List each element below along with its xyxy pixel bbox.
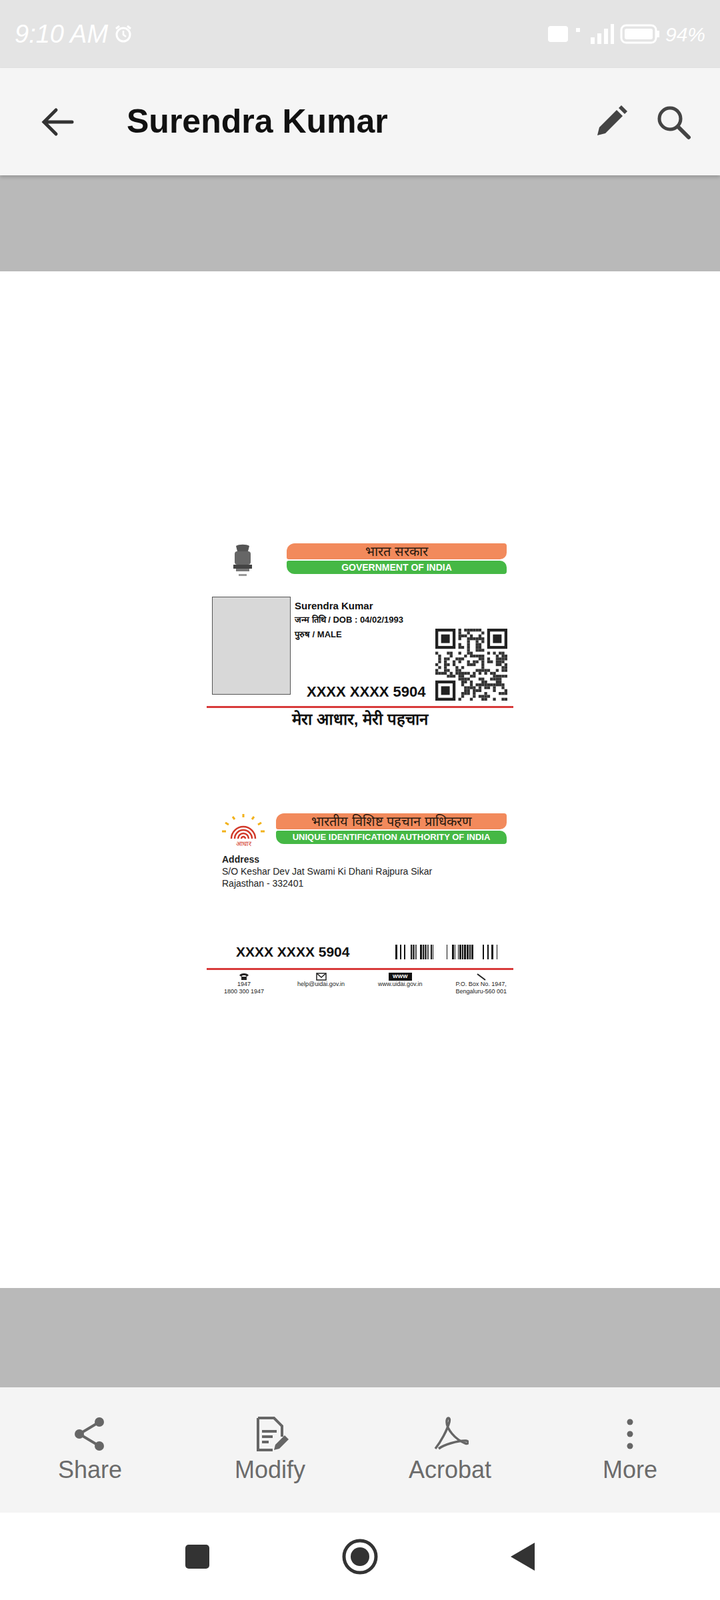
- aadhaar-logo: आधार: [220, 813, 267, 848]
- contact-item: help@uidai.gov.in: [297, 972, 345, 988]
- aadhaar-number: XXXX XXXX 5904: [306, 683, 436, 701]
- more-icon: [611, 1415, 649, 1453]
- clock: 9:10 AM: [14, 15, 108, 54]
- aadhaar-back: आधार भारतीय विशिष्ट पहचान प्राधिकरणUNIQUE…: [206, 810, 514, 996]
- front-body: Surendra Kumarजन्म तिथि / DOB : 04/02/19…: [206, 596, 514, 701]
- volte-icon: [546, 24, 570, 44]
- aadhaar-sun-icon: [220, 813, 267, 840]
- qr-code-icon: [435, 628, 508, 701]
- triangle-back-icon: [508, 1540, 538, 1574]
- address-label: Address: [222, 853, 514, 866]
- button-label: Modify: [234, 1455, 306, 1485]
- contact-text: www.uidai.gov.in: [378, 980, 422, 988]
- contact-item: WWWwww.uidai.gov.in: [378, 972, 422, 988]
- header-english: GOVERNMENT OF INDIA: [286, 560, 507, 574]
- back-arrow-icon: [37, 102, 78, 142]
- contact-row: 19471800 300 1947 help@uidai.gov.in WWWwww…: [206, 970, 514, 996]
- phone-icon: [238, 972, 250, 981]
- header-stripes: भारत सरकारGOVERNMENT OF INDIA: [286, 543, 507, 574]
- contact-text: Bengaluru-560 001: [455, 988, 507, 996]
- divider: [206, 968, 514, 970]
- status-right: 94%: [546, 19, 706, 50]
- barcode-icon: [393, 944, 499, 960]
- header-stripes: भारतीय विशिष्ट पहचान प्राधिकरणUNIQUE IDE…: [276, 813, 507, 844]
- contact-item: 19471800 300 1947: [224, 972, 264, 996]
- alarm-icon: [113, 24, 134, 44]
- button-label: Acrobat: [408, 1455, 492, 1485]
- aadhaar-number: XXXX XXXX 5904: [236, 941, 350, 963]
- aadhaar-front: भारत सरकारGOVERNMENT OF INDIA Surendra Ku…: [206, 540, 514, 731]
- holder-gender: पुरुष / MALE: [294, 627, 436, 642]
- slogan: मेरा आधार, मेरी पहचान: [206, 708, 514, 731]
- number-row: XXXX XXXX 5904: [206, 941, 514, 963]
- contact-text: 1947: [237, 980, 251, 988]
- search-button[interactable]: [646, 95, 700, 149]
- modify-button[interactable]: Modify: [180, 1407, 360, 1493]
- recents-button[interactable]: [150, 1535, 244, 1578]
- button-label: More: [602, 1455, 658, 1485]
- header-hindi: भारतीय विशिष्ट पहचान प्राधिकरण: [276, 813, 507, 830]
- status-bar: 9:10 AM 94%: [0, 0, 720, 68]
- national-emblem-icon: [230, 543, 255, 581]
- toolbar: Surendra Kumar: [0, 68, 720, 176]
- back-button[interactable]: [30, 95, 84, 149]
- contact-text: help@uidai.gov.in: [297, 980, 345, 988]
- holder-name: Surendra Kumar: [294, 599, 436, 613]
- battery-icon: [620, 23, 660, 45]
- contact-text: P.O. Box No. 1947,: [455, 980, 506, 988]
- address-line: Rajasthan - 332401: [222, 877, 514, 890]
- logo-text: आधार: [220, 840, 267, 848]
- signal-icon: [574, 22, 615, 46]
- address-block: AddressS/O Keshar Dev Jat Swami Ki Dhani…: [222, 853, 514, 890]
- holder-photo: [212, 596, 291, 695]
- more-button[interactable]: More: [540, 1407, 720, 1493]
- holder-dob: जन्म तिथि / DOB : 04/02/1993: [294, 612, 436, 628]
- page-gap: [0, 175, 720, 272]
- navigation-bar: [0, 1512, 720, 1600]
- divider: [206, 706, 514, 708]
- modify-icon: [251, 1415, 289, 1453]
- acrobat-icon: [431, 1415, 469, 1453]
- back-header: आधार भारतीय विशिष्ट पहचान प्राधिकरणUNIQUE…: [206, 810, 514, 848]
- holder-info: Surendra Kumarजन्म तिथि / DOB : 04/02/19…: [294, 596, 436, 701]
- button-label: Share: [58, 1455, 122, 1485]
- contact-item: P.O. Box No. 1947,Bengaluru-560 001: [455, 972, 507, 996]
- share-button[interactable]: Share: [0, 1407, 180, 1493]
- header-hindi: भारत सरकार: [286, 543, 507, 560]
- back-nav-button[interactable]: [476, 1533, 570, 1580]
- document-title: Surendra Kumar: [126, 96, 586, 147]
- bottom-bar: Share Modify Acrobat More: [0, 1387, 720, 1513]
- web-badge: WWW: [388, 972, 412, 981]
- pencil-icon: [592, 103, 630, 141]
- document-view: भारत सरकारGOVERNMENT OF INDIA Surendra Ku…: [0, 271, 720, 1288]
- front-header: भारत सरकारGOVERNMENT OF INDIA: [206, 540, 514, 584]
- search-icon: [653, 102, 694, 142]
- page-gap: [0, 1288, 720, 1388]
- home-circle-icon: [340, 1536, 380, 1577]
- edit-button[interactable]: [585, 96, 636, 148]
- contact-text: 1800 300 1947: [224, 988, 264, 996]
- battery-level: 94%: [665, 19, 706, 50]
- status-left: 9:10 AM: [14, 15, 134, 54]
- share-icon: [71, 1415, 109, 1453]
- square-icon: [182, 1542, 212, 1572]
- email-icon: [316, 972, 327, 981]
- address-line: S/O Keshar Dev Jat Swami Ki Dhani Rajpur…: [222, 865, 514, 878]
- post-icon: [476, 972, 487, 981]
- header-english: UNIQUE IDENTIFICATION AUTHORITY OF INDIA: [276, 830, 507, 844]
- home-button[interactable]: [308, 1530, 412, 1584]
- acrobat-button[interactable]: Acrobat: [360, 1407, 540, 1493]
